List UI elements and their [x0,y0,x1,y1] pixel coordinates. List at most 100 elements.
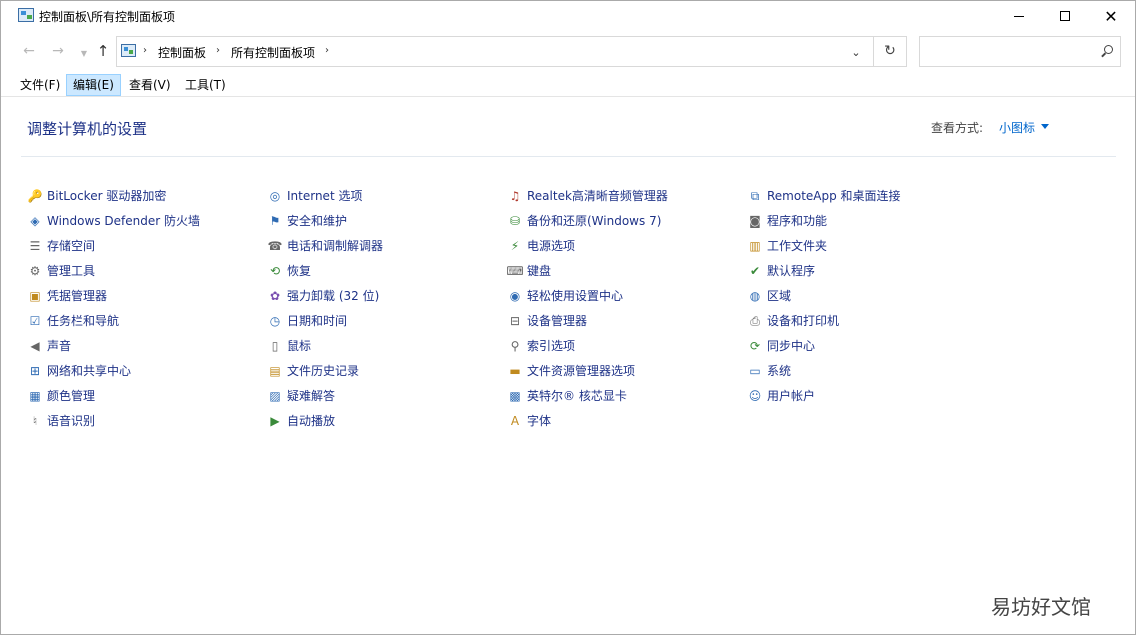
search-box[interactable] [919,36,1121,67]
item-firewall[interactable]: ◈ Windows Defender 防火墙 [27,208,267,233]
item-bitlocker[interactable]: 🔑 BitLocker 驱动器加密 [27,183,267,208]
item-work-folders[interactable]: ▥ 工作文件夹 [747,233,987,258]
file-history-icon: ▤ [269,363,281,378]
arrow-up-icon: ↑ [96,42,110,60]
item-power-options[interactable]: ⚡ 电源选项 [507,233,747,258]
item-phone-modem[interactable]: ☎ 电话和调制解调器 [267,233,507,258]
address-dropdown-button[interactable]: ⌄ [847,43,865,61]
item-indexing-options[interactable]: ⚲ 索引选项 [507,333,747,358]
back-button[interactable]: ← [19,41,39,61]
font-icon: A [510,413,520,428]
item-sound[interactable]: ◀ 声音 [27,333,267,358]
admin-tools-icon: ⚙ [29,263,41,278]
close-button[interactable]: ✕ [1088,1,1134,31]
item-keyboard[interactable]: ⌨ 键盘 [506,258,747,283]
item-storage-spaces[interactable]: ☰ 存储空间 [27,233,267,258]
item-programs-features[interactable]: ◙ 程序和功能 [747,208,987,233]
item-date-time[interactable]: ◷ 日期和时间 [267,308,507,333]
item-internet-options[interactable]: ◎ Internet 选项 [267,183,507,208]
close-icon: ✕ [1104,6,1118,26]
menu-view[interactable]: 查看(V) [123,74,177,96]
search-input[interactable] [924,42,1094,61]
view-by-label: 查看方式: [931,121,984,135]
intel-graphics-icon: ▩ [509,388,521,403]
item-ease-of-access[interactable]: ◉ 轻松使用设置中心 [507,283,747,308]
item-region[interactable]: ◍ 区域 [747,283,987,308]
credential-icon: ▣ [29,288,41,303]
refresh-button[interactable]: ↻ [881,42,899,60]
chevron-right-icon[interactable]: › [325,45,329,56]
item-network-sharing[interactable]: ⊞ 网络和共享中心 [27,358,267,383]
item-speech-recognition[interactable]: ♮ 语音识别 [27,408,267,433]
item-credential-manager[interactable]: ▣ 凭据管理器 [27,283,267,308]
item-user-accounts[interactable]: ☺ 用户帐户 [747,383,987,408]
arrow-right-icon: → [52,43,64,59]
item-system[interactable]: ▭ 系统 [747,358,987,383]
page-title: 调整计算机的设置 [27,120,148,138]
index-icon: ⚲ [510,338,520,353]
item-default-programs[interactable]: ✔ 默认程序 [747,258,987,283]
item-fonts[interactable]: A 字体 [507,408,747,433]
troubleshoot-icon: ▨ [269,388,281,403]
title-bar: 控制面板\所有控制面板项 ✕ [1,1,1135,31]
minimize-button[interactable] [996,1,1042,31]
item-realtek-audio[interactable]: ♫ Realtek高清晰音频管理器 [507,183,747,208]
item-device-manager[interactable]: ⊟ 设备管理器 [507,308,747,333]
flag-icon: ⚑ [269,213,281,228]
search-icon[interactable] [1100,45,1114,59]
item-explorer-options[interactable]: ▬ 文件资源管理器选项 [507,358,747,383]
menu-file[interactable]: 文件(F) [14,74,66,96]
menu-edit[interactable]: 编辑(E) [66,74,121,96]
caret-down-icon[interactable] [1041,124,1049,129]
system-icon: ▭ [749,363,761,378]
breadcrumb-control-panel[interactable]: 控制面板 [158,44,206,61]
internet-icon: ◎ [269,188,281,203]
view-by-dropdown[interactable]: 小图标 [999,119,1035,136]
work-folders-icon: ▥ [749,238,761,253]
item-troubleshooting[interactable]: ▨ 疑难解答 [267,383,507,408]
sound-icon: ◀ [30,338,40,353]
chevron-right-icon[interactable]: › [143,45,147,56]
content-divider [21,156,1116,157]
phone-icon: ☎ [267,238,283,253]
firewall-icon: ◈ [30,213,40,228]
forward-button[interactable]: → [48,41,68,61]
item-file-history[interactable]: ▤ 文件历史记录 [267,358,507,383]
breadcrumb-all-items[interactable]: 所有控制面板项 [231,44,315,61]
maximize-button[interactable] [1042,1,1088,31]
control-panel-icon [121,44,136,57]
item-color-management[interactable]: ▦ 颜色管理 [27,383,267,408]
item-backup-restore[interactable]: ⛁ 备份和还原(Windows 7) [507,208,747,233]
item-devices-printers[interactable]: ⎙ 设备和打印机 [747,308,987,333]
item-recovery[interactable]: ⟲ 恢复 [267,258,507,283]
item-admin-tools[interactable]: ⚙ 管理工具 [27,258,267,283]
accessibility-icon: ◉ [509,288,521,303]
chevron-right-icon[interactable]: › [216,45,220,56]
items-column-3: ♫ Realtek高清晰音频管理器 ⛁ 备份和还原(Windows 7) ⚡ 电源选项… [506,183,747,433]
item-sync-center[interactable]: ⟳ 同步中心 [747,333,987,358]
mouse-icon: ▯ [271,338,279,353]
address-divider [873,37,874,66]
storage-icon: ☰ [29,238,41,253]
users-icon: ☺ [748,388,762,403]
item-security-maintenance[interactable]: ⚑ 安全和维护 [267,208,507,233]
item-mouse[interactable]: ▯ 鼠标 [267,333,507,358]
up-button[interactable]: ↑ [93,41,113,61]
menu-tools[interactable]: 工具(T) [179,74,232,96]
bitlocker-icon: 🔑 [27,188,43,203]
item-autoplay[interactable]: ▶ 自动播放 [267,408,507,433]
arrow-left-icon: ← [23,43,35,59]
recent-locations-button[interactable]: ▼ [74,43,94,63]
clock-icon: ◷ [269,313,281,328]
item-uninstaller[interactable]: ✿ 强力卸载 (32 位) [267,283,507,308]
address-bar[interactable]: › 控制面板 › 所有控制面板项 › ⌄ ↻ [116,36,907,67]
color-icon: ▦ [29,388,41,403]
control-panel-window: 控制面板\所有控制面板项 ✕ ← → ▼ ↑ › 控制面板 › 所有控制面板项 … [0,0,1136,635]
item-taskbar[interactable]: ☑ 任务栏和导航 [27,308,267,333]
item-intel-graphics[interactable]: ▩ 英特尔® 核芯显卡 [507,383,747,408]
items-column-4: ⧉ RemoteApp 和桌面连接 ◙ 程序和功能 ▥ 工作文件夹 ✔ 默认程序 ◍ 区域… [747,183,987,408]
keyboard-icon: ⌨ [506,263,524,278]
sync-icon: ⟳ [749,338,761,353]
item-remoteapp[interactable]: ⧉ RemoteApp 和桌面连接 [747,183,987,208]
region-icon: ◍ [749,288,761,303]
